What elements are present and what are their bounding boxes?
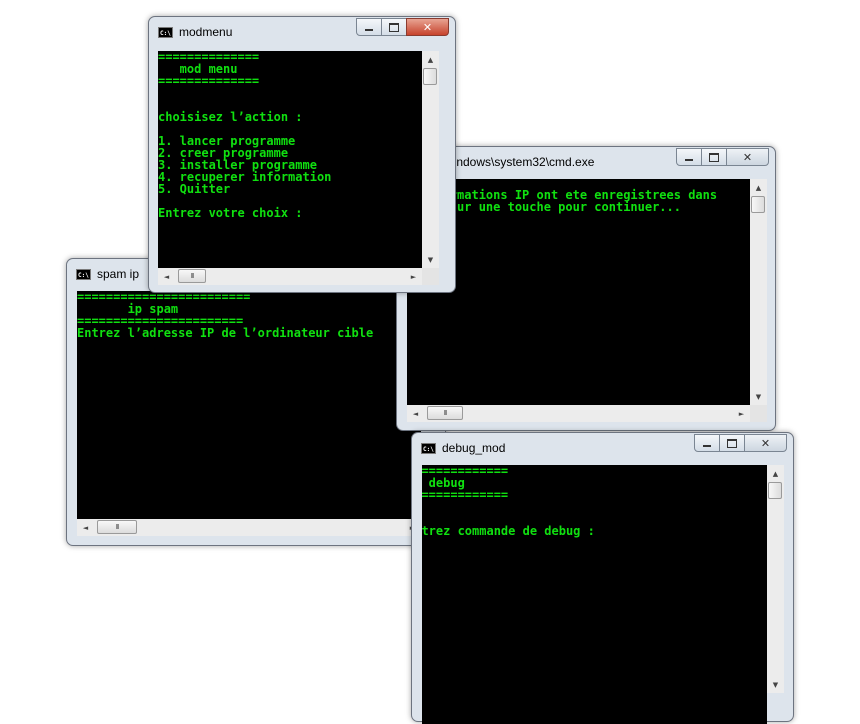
minimize-button[interactable]: [694, 434, 720, 452]
console-line: Appuyez sur une touche pour continuer...: [407, 200, 681, 214]
scroll-up-icon[interactable]: ▲: [750, 179, 767, 196]
console-icon: C:\: [421, 443, 436, 454]
window-title: debug_mod: [442, 441, 506, 455]
scroll-thumb[interactable]: [751, 196, 765, 213]
console-line: Entrez commande de debug :: [422, 524, 595, 538]
scroll-down-icon[interactable]: ▼: [767, 676, 784, 693]
horizontal-scrollbar[interactable]: ◄ III ►: [77, 519, 421, 536]
scroll-left-icon[interactable]: ◄: [158, 268, 175, 285]
maximize-button[interactable]: [701, 148, 727, 166]
title-bar[interactable]: C:\ modmenu ✕: [149, 17, 455, 47]
scroll-corner: [750, 405, 767, 422]
scroll-up-icon[interactable]: ▲: [767, 465, 784, 482]
close-icon: ✕: [760, 436, 771, 450]
minimize-icon: [703, 445, 711, 447]
console-output[interactable]: Les informations IP ont ete enregistrees…: [407, 179, 750, 405]
modmenu-window[interactable]: C:\ modmenu ✕ ============== mod menu ==…: [148, 16, 456, 293]
maximize-button[interactable]: [719, 434, 745, 452]
console-line: ==============: [158, 74, 260, 88]
console-output[interactable]: ============== mod menu ============== c…: [158, 51, 422, 268]
title-bar[interactable]: C:\ debug_mod ✕: [412, 433, 793, 463]
scroll-left-icon[interactable]: ◄: [407, 405, 424, 422]
close-button[interactable]: ✕: [726, 148, 769, 166]
scroll-up-icon[interactable]: ▲: [422, 51, 439, 68]
minimize-icon: [685, 159, 693, 161]
debug-mod-window[interactable]: C:\ debug_mod ✕ ============== debug ===…: [411, 432, 794, 724]
console-line: ==============: [422, 465, 509, 478]
scroll-down-icon[interactable]: ▼: [422, 251, 439, 268]
close-button[interactable]: ✕: [406, 18, 449, 36]
scroll-corner: [422, 268, 439, 285]
scroll-thumb[interactable]: III: [427, 406, 463, 420]
console-line: Entrez l’adresse IP de l’ordinateur cibl…: [77, 326, 374, 340]
maximize-button[interactable]: [381, 18, 407, 36]
scroll-right-icon[interactable]: ►: [405, 268, 422, 285]
close-icon: ✕: [742, 150, 753, 164]
maximize-icon: [389, 22, 399, 32]
console-line: 5. Quitter: [158, 182, 231, 196]
scroll-right-icon[interactable]: ►: [733, 405, 750, 422]
console-line: Entrez votre choix :: [158, 206, 303, 220]
maximize-icon: [727, 438, 737, 448]
minimize-icon: [365, 29, 373, 31]
spam-ip-window[interactable]: C:\ spam ip ======================== ip …: [66, 258, 446, 546]
console-icon: C:\: [76, 269, 91, 280]
console-output[interactable]: ============== debug ============== Entr…: [422, 465, 767, 724]
scroll-thumb[interactable]: III: [97, 520, 137, 534]
vertical-scrollbar[interactable]: ▲ ▼: [767, 465, 784, 693]
window-title: modmenu: [179, 25, 233, 39]
console-output[interactable]: ======================== ip spam =======…: [77, 291, 421, 519]
vertical-scrollbar[interactable]: ▲ ▼: [422, 51, 439, 268]
maximize-icon: [709, 152, 719, 162]
scroll-down-icon[interactable]: ▼: [750, 388, 767, 405]
minimize-button[interactable]: [676, 148, 702, 166]
scroll-left-icon[interactable]: ◄: [77, 519, 94, 536]
console-line: choisisez l’action :: [158, 110, 303, 124]
close-icon: ✕: [422, 20, 433, 34]
horizontal-scrollbar[interactable]: ◄ III ►: [407, 405, 750, 422]
minimize-button[interactable]: [356, 18, 382, 36]
scroll-thumb[interactable]: [423, 68, 437, 85]
scroll-thumb[interactable]: III: [178, 269, 206, 283]
vertical-scrollbar[interactable]: ▲ ▼: [750, 179, 767, 405]
console-icon: C:\: [158, 27, 173, 38]
scroll-thumb[interactable]: [768, 482, 782, 499]
close-button[interactable]: ✕: [744, 434, 787, 452]
window-title: spam ip: [97, 267, 140, 281]
horizontal-scrollbar[interactable]: ◄ III ►: [158, 268, 422, 285]
console-line: ==============: [422, 488, 509, 502]
